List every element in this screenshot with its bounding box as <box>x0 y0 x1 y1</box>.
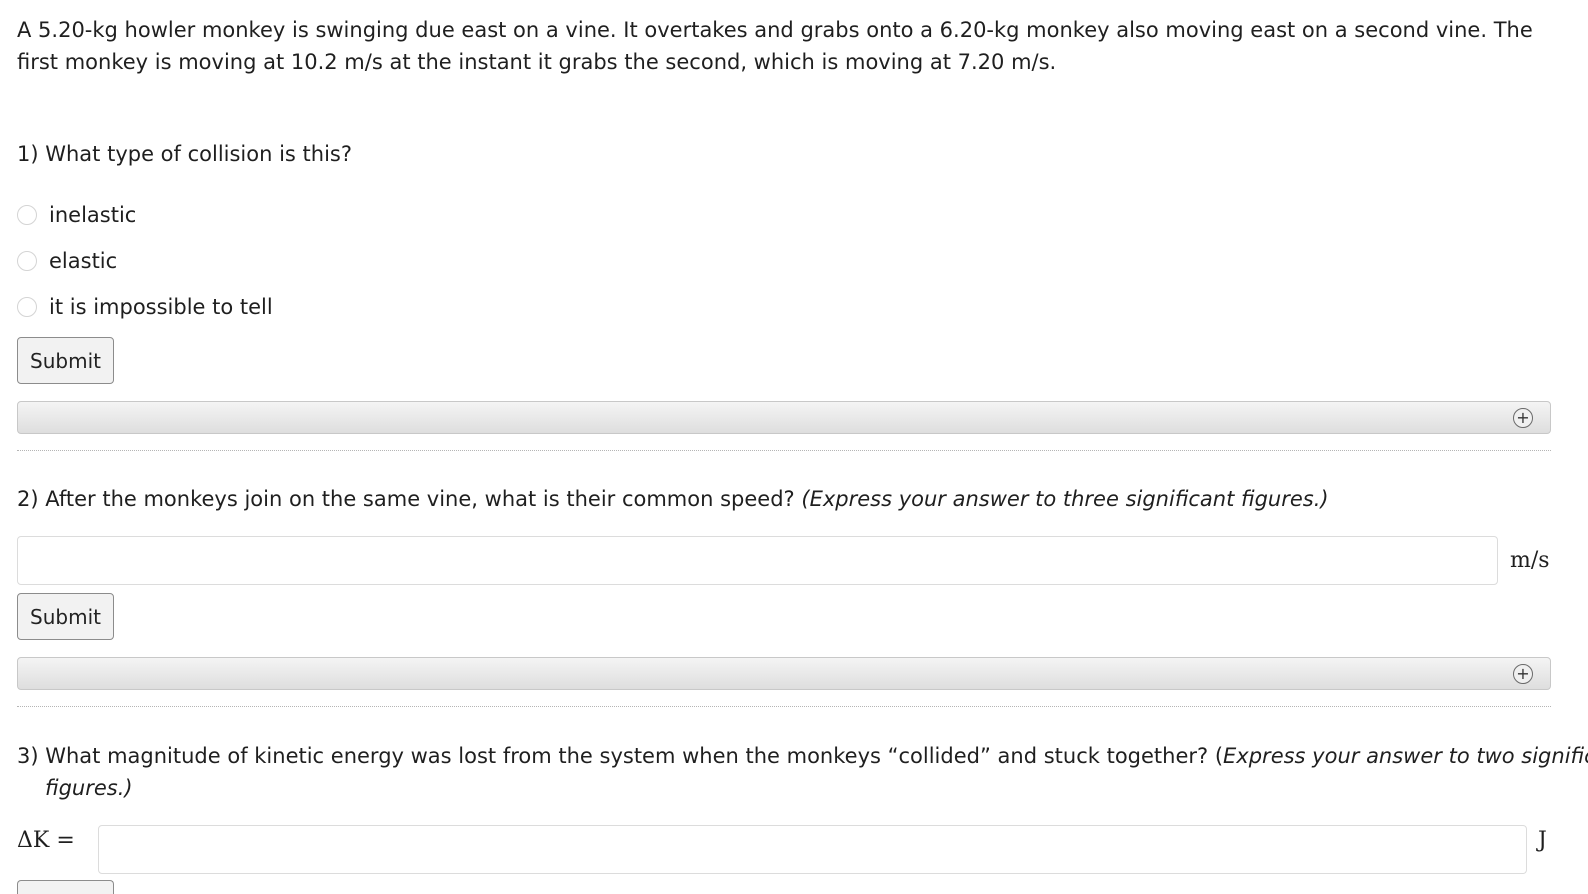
question-2-text: 2) After the monkeys join on the same vi… <box>17 487 795 511</box>
question-1-title: 1) What type of collision is this? <box>17 142 353 166</box>
q2-feedback-bar[interactable]: + <box>17 657 1551 690</box>
equals-sign: = <box>56 828 75 853</box>
delta-k-label: ΔK = <box>17 825 75 857</box>
plus-circle-icon[interactable]: + <box>1513 408 1533 428</box>
question-2-title: 2) After the monkeys join on the same vi… <box>17 483 1329 515</box>
problem-statement: A 5.20-kg howler monkey is swinging due … <box>17 18 1533 74</box>
radio-impossible[interactable] <box>17 297 37 317</box>
question-3-text: 3) What magnitude of kinetic energy was … <box>17 744 1224 768</box>
question-3-title: 3) What magnitude of kinetic energy was … <box>17 740 1588 772</box>
question-2-note: (Express your answer to three significan… <box>801 487 1329 511</box>
section-divider <box>17 706 1551 707</box>
option-elastic[interactable]: elastic <box>17 245 117 277</box>
option-impossible[interactable]: it is impossible to tell <box>17 291 273 323</box>
option-inelastic[interactable]: inelastic <box>17 199 136 231</box>
energy-answer-input[interactable] <box>98 825 1527 874</box>
q1-submit-button[interactable]: Submit <box>17 337 114 384</box>
radio-inelastic[interactable] <box>17 205 37 225</box>
delta-k-symbol: ΔK <box>17 828 50 853</box>
option-label: elastic <box>49 249 118 273</box>
section-divider <box>17 450 1551 451</box>
speed-answer-input[interactable] <box>17 536 1498 585</box>
radio-elastic[interactable] <box>17 251 37 271</box>
question-3-note: Express your answer to two significant <box>1223 744 1588 768</box>
energy-unit: J <box>1538 828 1547 853</box>
q2-submit-button[interactable]: Submit <box>17 593 114 640</box>
q3-submit-button[interactable] <box>17 880 114 894</box>
option-label: inelastic <box>49 203 137 227</box>
q1-feedback-bar[interactable]: + <box>17 401 1551 434</box>
question-3-note-end: figures.) <box>45 776 133 800</box>
speed-unit: m/s <box>1510 548 1550 573</box>
option-label: it is impossible to tell <box>49 295 273 319</box>
question-3-note-continued: figures.) <box>45 772 133 804</box>
plus-circle-icon[interactable]: + <box>1513 664 1533 684</box>
